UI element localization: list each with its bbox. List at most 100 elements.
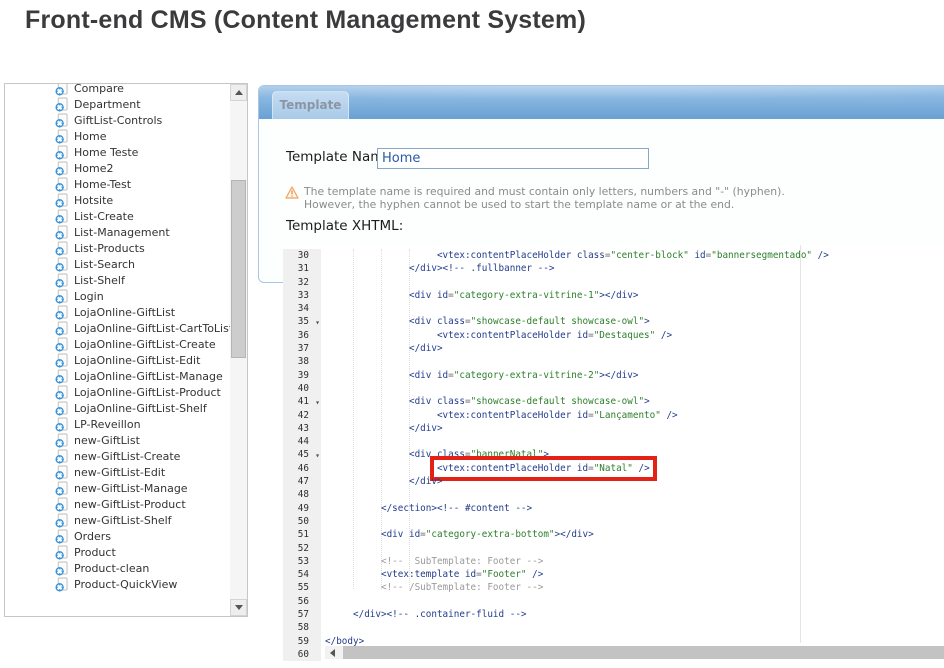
code-line[interactable]: 39 <div id="category-extra-vitrine-2"></…	[283, 369, 944, 382]
code-line[interactable]: 44	[283, 435, 944, 448]
code-text	[321, 276, 325, 289]
template-tree-item[interactable]: Product	[5, 544, 229, 560]
scroll-down-button[interactable]	[230, 599, 247, 616]
template-tree-item[interactable]: LojaOnline-GiftList-CartToList	[5, 320, 229, 336]
template-doc-icon	[55, 481, 68, 496]
template-name-label: List-Search	[74, 258, 135, 271]
template-tree-item[interactable]: GiftList-Controls	[5, 112, 229, 128]
hscrollbar-thumb[interactable]	[343, 646, 944, 659]
fold-arrow-icon[interactable]: ▾	[315, 316, 320, 329]
template-tree-item[interactable]: new-GiftList-Product	[5, 496, 229, 512]
code-line[interactable]: 31 </div><!-- .fullbanner -->	[283, 262, 944, 275]
code-text	[321, 488, 325, 501]
template-tree-item[interactable]: Compare	[5, 83, 229, 96]
scroll-left-button[interactable]	[325, 646, 339, 659]
template-tree-item[interactable]: Login	[5, 288, 229, 304]
template-tree-item[interactable]: Home-Test	[5, 176, 229, 192]
template-doc-icon	[55, 209, 68, 224]
code-text: </div>	[321, 475, 443, 488]
code-line[interactable]: 56	[283, 595, 944, 608]
code-line[interactable]: 53 <!-- SubTemplate: Footer -->	[283, 555, 944, 568]
template-tree-item[interactable]: List-Products	[5, 240, 229, 256]
template-name-label: LP-Reveillon	[74, 418, 141, 431]
code-line[interactable]: 58	[283, 621, 944, 634]
template-tree-item[interactable]: Hotsite	[5, 192, 229, 208]
template-tree-item[interactable]: Home Teste	[5, 144, 229, 160]
template-doc-icon	[55, 113, 68, 128]
code-line[interactable]: 40	[283, 382, 944, 395]
code-line[interactable]: 37 </div>	[283, 342, 944, 355]
code-editor[interactable]: 30 <vtex:contentPlaceHolder class="cente…	[283, 245, 944, 661]
template-doc-icon	[55, 417, 68, 432]
template-tree-item[interactable]: LojaOnline-GiftList-Manage	[5, 368, 229, 384]
code-text: <div class="showcase-default showcase-ow…	[321, 315, 650, 328]
line-number: 41▾	[283, 395, 321, 408]
code-line[interactable]: 42 <vtex:contentPlaceHolder id="Lançamen…	[283, 409, 944, 422]
code-line[interactable]: 41▾ <div class="showcase-default showcas…	[283, 395, 944, 408]
code-line[interactable]: 43 </div>	[283, 422, 944, 435]
code-line[interactable]: 36 <vtex:contentPlaceHolder id="Destaque…	[283, 329, 944, 342]
code-line[interactable]: 32	[283, 276, 944, 289]
code-text	[321, 435, 325, 448]
template-tree-item[interactable]: List-Search	[5, 256, 229, 272]
scroll-up-button[interactable]	[230, 84, 247, 101]
template-doc-icon	[55, 353, 68, 368]
template-tree-item[interactable]: Home2	[5, 160, 229, 176]
sidebar-scrollbar[interactable]	[230, 84, 247, 616]
code-line[interactable]: 33 <div id="category-extra-vitrine-1"></…	[283, 289, 944, 302]
template-doc-icon	[55, 545, 68, 560]
template-doc-icon	[55, 401, 68, 416]
template-tree-item[interactable]: List-Shelf	[5, 272, 229, 288]
code-text	[321, 621, 325, 634]
code-line[interactable]: 51 <div id="category-extra-bottom"></div…	[283, 528, 944, 541]
template-name-label: Home	[74, 130, 106, 143]
scrollbar-thumb[interactable]	[231, 180, 246, 358]
template-tree-item[interactable]: new-GiftList-Shelf	[5, 512, 229, 528]
template-tree-item[interactable]: Product-QuickView	[5, 576, 229, 592]
template-tree-item[interactable]: List-Management	[5, 224, 229, 240]
code-text: <vtex:contentPlaceHolder id="Destaques" …	[321, 329, 672, 342]
tab-template[interactable]: Template	[272, 91, 349, 119]
fold-arrow-icon[interactable]: ▾	[315, 396, 320, 409]
template-tree-item[interactable]: new-GiftList-Edit	[5, 464, 229, 480]
panel-header: Template	[259, 86, 944, 119]
template-name-input[interactable]	[377, 148, 649, 169]
template-tree-item[interactable]: LojaOnline-GiftList-Create	[5, 336, 229, 352]
template-tree-item[interactable]: List-Create	[5, 208, 229, 224]
template-tree-item[interactable]: Orders	[5, 528, 229, 544]
template-tree-item[interactable]: LojaOnline-GiftList-Product	[5, 384, 229, 400]
code-line[interactable]: 34	[283, 302, 944, 315]
code-text: <div id="category-extra-bottom"></div>	[321, 528, 594, 541]
code-text: </div><!-- .fullbanner -->	[321, 262, 555, 275]
code-line[interactable]: 48	[283, 488, 944, 501]
editor-hscrollbar[interactable]	[325, 646, 944, 659]
template-tree-item[interactable]: new-GiftList	[5, 432, 229, 448]
template-name-label: new-GiftList-Edit	[74, 466, 165, 479]
code-line[interactable]: 45▾ <div class="bannerNatal">	[283, 448, 944, 461]
code-text: <div class="bannerNatal">	[321, 448, 549, 461]
code-line[interactable]: 55 <!-- /SubTemplate: Footer -->	[283, 581, 944, 594]
template-tree-item[interactable]: LojaOnline-GiftList-Edit	[5, 352, 229, 368]
code-line[interactable]: 38	[283, 355, 944, 368]
template-tree-item[interactable]: LojaOnline-GiftList-Shelf	[5, 400, 229, 416]
template-tree-item[interactable]: new-GiftList-Manage	[5, 480, 229, 496]
code-line[interactable]: 52	[283, 542, 944, 555]
template-tree-item[interactable]: LP-Reveillon	[5, 416, 229, 432]
template-tree-item[interactable]: Department	[5, 96, 229, 112]
code-line[interactable]: 57 </div><!-- .container-fluid -->	[283, 608, 944, 621]
code-line[interactable]: 30 <vtex:contentPlaceHolder class="cente…	[283, 249, 944, 262]
code-line[interactable]: 50	[283, 515, 944, 528]
template-tree-item[interactable]: Home	[5, 128, 229, 144]
template-name-label: LojaOnline-GiftList-CartToList	[74, 322, 233, 335]
template-name-label: Login	[74, 290, 104, 303]
code-line[interactable]: 46 <vtex:contentPlaceHolder id="Natal" /…	[283, 462, 944, 475]
template-tree-item[interactable]: LojaOnline-GiftList	[5, 304, 229, 320]
template-doc-icon	[55, 289, 68, 304]
code-line[interactable]: 49 </section><!-- #content -->	[283, 502, 944, 515]
template-tree-item[interactable]: new-GiftList-Create	[5, 448, 229, 464]
code-line[interactable]: 54 <vtex:template id="Footer" />	[283, 568, 944, 581]
fold-arrow-icon[interactable]: ▾	[315, 449, 320, 462]
template-tree-item[interactable]: Product-clean	[5, 560, 229, 576]
code-line[interactable]: 35▾ <div class="showcase-default showcas…	[283, 315, 944, 328]
code-line[interactable]: 47 </div>	[283, 475, 944, 488]
